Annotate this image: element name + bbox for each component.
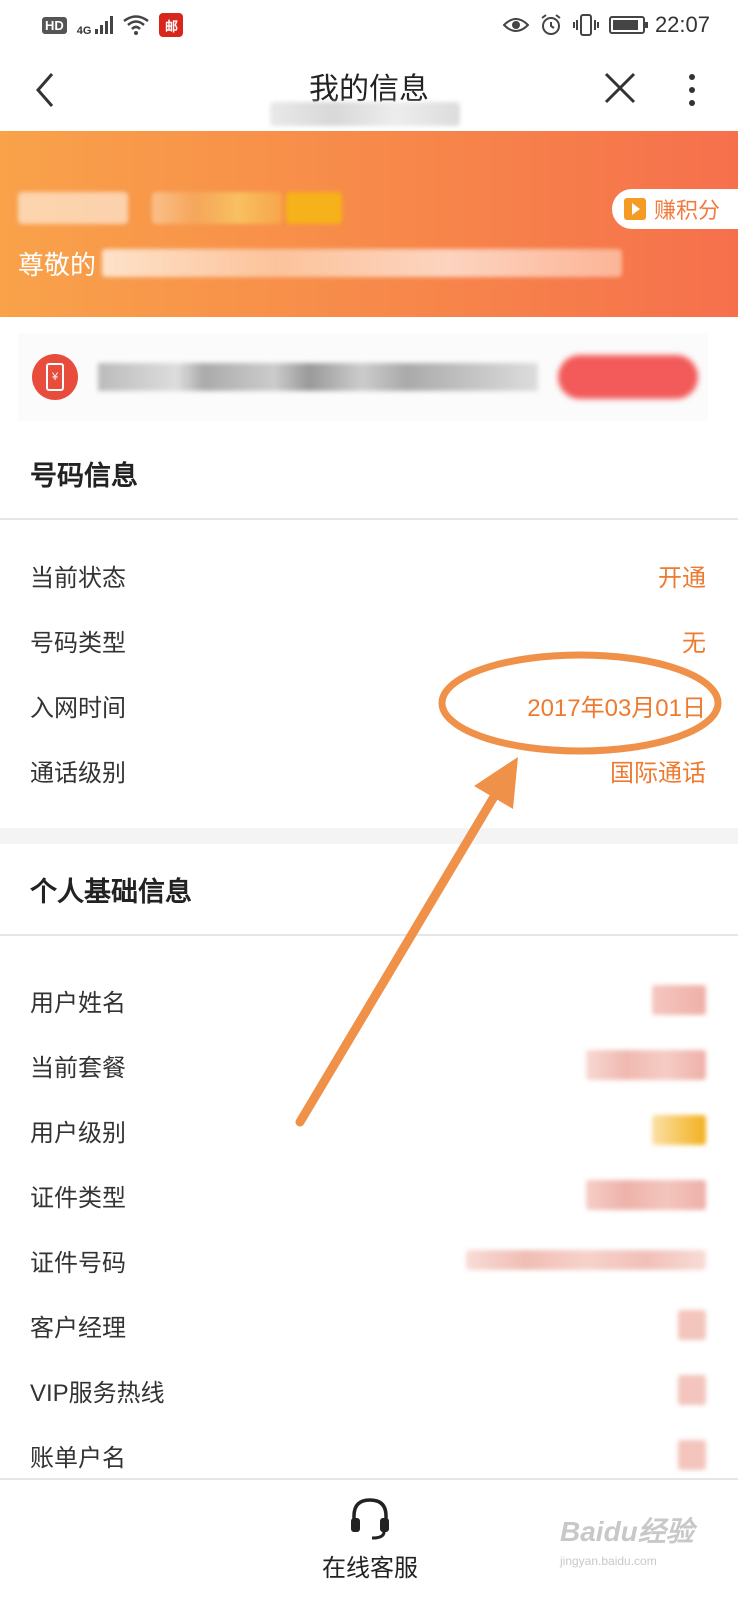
personal-info-row: 客户经理 — [0, 1293, 738, 1357]
phone-payment-icon: ¥ — [32, 354, 78, 400]
battery-level — [612, 20, 639, 30]
bottom-bar: 在线客服 Baidu经验 jingyan.baidu.com — [0, 1478, 738, 1600]
earn-points-button[interactable]: 赚积分 — [612, 189, 738, 229]
personal-info-row: VIP服务热线 — [0, 1358, 738, 1422]
obscured-value — [652, 985, 706, 1015]
app-notification-icon: 邮 — [159, 13, 184, 37]
greeting: 尊敬的 — [18, 243, 623, 283]
level-star-badge — [652, 1115, 706, 1145]
row-label: 入网时间 — [30, 694, 126, 722]
row-label: 通话级别 — [30, 759, 126, 787]
row-value: 国际通话 — [610, 759, 706, 787]
customer-service-button[interactable]: 在线客服 — [310, 1496, 430, 1592]
promo-banner[interactable]: ¥ — [18, 333, 708, 421]
greeting-prefix: 尊敬的 — [18, 249, 97, 280]
obscured-value — [678, 1375, 706, 1405]
network-type: 4G — [76, 25, 92, 37]
row-label: 证件类型 — [30, 1184, 126, 1212]
hd-indicator: HD — [42, 16, 67, 34]
obscured-value — [678, 1310, 706, 1340]
row-label: 用户姓名 — [30, 989, 126, 1017]
vibrate-icon — [572, 14, 599, 36]
headset-icon — [351, 1498, 389, 1540]
close-icon[interactable] — [600, 68, 640, 108]
play-icon — [624, 198, 646, 220]
baidu-watermark: Baidu经验 — [560, 1516, 694, 1547]
eye-icon — [502, 18, 529, 32]
obscured-level-badge — [286, 192, 342, 224]
clock: 22:07 — [654, 12, 710, 37]
personal-info-row: 用户姓名 — [0, 968, 738, 1032]
obscured-value — [678, 1440, 706, 1470]
row-label: 账单户名 — [30, 1444, 126, 1472]
back-arrow-icon[interactable] — [28, 68, 64, 112]
number-info-row: 号码类型 无 — [0, 608, 738, 672]
personal-info-row: 用户级别 — [0, 1098, 738, 1162]
personal-info-header: 个人基础信息 — [0, 844, 738, 936]
row-label: 用户级别 — [30, 1119, 126, 1147]
member-level — [18, 191, 342, 225]
baidu-watermark-url: jingyan.baidu.com — [560, 1554, 657, 1568]
obscured-level-label — [18, 192, 128, 224]
row-label: VIP服务热线 — [30, 1379, 165, 1407]
row-value: 2017年03月01日 — [527, 694, 706, 722]
my-info-page: HD 4G 邮 22:07 我的信息 赚积分 尊敬的 ¥ 号码信息 当前状态 开… — [0, 0, 738, 1600]
number-info-row: 通话级别 国际通话 — [0, 738, 738, 802]
number-info-row: 当前状态 开通 — [0, 543, 738, 607]
customer-service-label: 在线客服 — [322, 1555, 418, 1582]
personal-info-row: 当前套餐 — [0, 1033, 738, 1097]
more-vertical-icon[interactable] — [680, 70, 704, 110]
alarm-icon — [541, 14, 561, 35]
status-bar: HD 4G 邮 22:07 — [0, 0, 738, 50]
row-label: 当前套餐 — [30, 1054, 126, 1082]
obscured-subtitle — [270, 102, 460, 126]
status-left: HD 4G 邮 — [42, 13, 184, 37]
row-label: 证件号码 — [30, 1249, 126, 1277]
obscured-value — [466, 1250, 706, 1270]
number-info-header: 号码信息 — [0, 428, 738, 520]
earn-points-label: 赚积分 — [654, 198, 721, 223]
personal-info-row: 证件号码 — [0, 1228, 738, 1292]
obscured-promo-text — [98, 363, 538, 391]
row-label: 号码类型 — [30, 629, 126, 657]
status-right: 22:07 — [502, 12, 710, 38]
row-label: 当前状态 — [30, 564, 126, 592]
obscured-level-value — [152, 192, 282, 224]
row-label: 客户经理 — [30, 1314, 126, 1342]
personal-info-row: 证件类型 — [0, 1163, 738, 1227]
member-banner: 赚积分 尊敬的 — [0, 131, 738, 317]
promo-action-button[interactable] — [558, 355, 698, 399]
obscured-greeting — [102, 249, 623, 277]
row-value: 开通 — [658, 564, 706, 592]
obscured-value — [586, 1050, 706, 1080]
number-info-row: 入网时间 2017年03月01日 — [0, 673, 738, 737]
row-value: 无 — [682, 629, 706, 657]
signal-icon — [95, 16, 114, 34]
obscured-value — [586, 1180, 706, 1210]
section-divider — [0, 828, 738, 844]
battery-icon — [608, 16, 648, 34]
wifi-icon — [123, 15, 150, 35]
